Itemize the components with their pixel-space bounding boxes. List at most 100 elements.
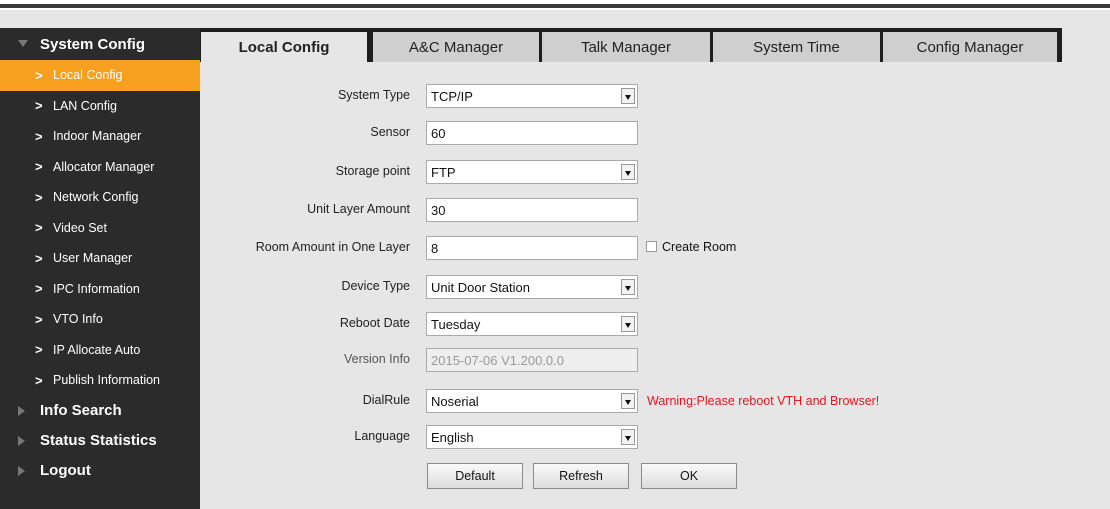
create-room-label: Create Room [662,240,737,254]
chevron-right-icon: > [35,67,43,83]
sidebar-item-label: Local Config [53,68,123,83]
collapse-arrow-icon [18,40,28,47]
dial-rule-value: Noserial [431,393,479,409]
language-label: Language [354,429,410,443]
reboot-date-value: Tuesday [431,316,481,332]
reboot-date-label: Reboot Date [339,316,410,330]
dial-rule-select[interactable]: Noserial [426,389,638,413]
sensor-label: Sensor [370,125,410,139]
sidebar-item-label: VTO Info [53,312,103,327]
sidebar-item-label: IP Allocate Auto [53,342,141,357]
sidebar-item-label: LAN Config [53,98,117,113]
sidebar-item-label: Publish Information [53,373,161,388]
storage-point-value: FTP [431,164,456,180]
chevron-right-icon: > [35,250,43,266]
dropdown-arrow-icon[interactable] [621,316,635,332]
unit-layer-amount-value: 30 [431,202,446,218]
tab-ac-manager[interactable]: A&C Manager [370,32,542,62]
dropdown-arrow-icon[interactable] [621,429,635,445]
sidebar-section-system-config[interactable]: System Config [0,28,200,60]
sidebar-section-status-statistics[interactable]: Status Statistics [0,426,200,456]
storage-point-select[interactable]: FTP [426,160,638,184]
sidebar-section-info-search[interactable]: Info Search [0,396,200,426]
chevron-right-icon: > [35,311,43,327]
storage-point-label: Storage point [335,164,410,178]
dropdown-arrow-icon[interactable] [621,279,635,295]
sidebar-section-label: System Config [40,35,146,53]
chevron-right-icon: > [35,342,43,358]
dropdown-arrow-icon[interactable] [621,164,635,180]
tab-config-manager[interactable]: Config Manager [880,32,1060,62]
sidebar-section-label: Logout [40,462,91,479]
chevron-right-icon: > [35,128,43,144]
expand-arrow-icon [18,465,25,476]
top-bar [0,0,1110,10]
system-type-select[interactable]: TCP/IP [426,84,638,108]
room-amount-value: 8 [431,240,439,256]
device-type-label: Device Type [341,279,410,293]
sidebar-item-label: IPC Information [53,281,140,296]
ok-button[interactable]: OK [641,463,737,489]
tab-label: System Time [753,38,840,56]
sidebar-item-video-set[interactable]: > Video Set [0,213,200,244]
tab-system-time[interactable]: System Time [710,32,883,62]
default-button[interactable]: Default [427,463,523,489]
sidebar: System Config > Local Config > LAN Confi… [0,28,200,509]
chevron-right-icon: > [35,220,43,236]
sidebar-item-user-manager[interactable]: > User Manager [0,243,200,274]
refresh-button[interactable]: Refresh [533,463,629,489]
row-dial-rule: DialRule Noserial Warning:Please reboot … [200,389,1000,413]
expand-arrow-icon [18,405,25,416]
chevron-right-icon: > [35,372,43,388]
sidebar-item-vto-info[interactable]: > VTO Info [0,304,200,335]
tab-label: Local Config [238,38,330,56]
row-room-amount: Room Amount in One Layer 8 Create Room [200,236,900,260]
language-value: English [431,429,474,445]
expand-arrow-icon [18,435,25,446]
tab-talk-manager[interactable]: Talk Manager [539,32,713,62]
unit-layer-amount-input[interactable]: 30 [426,198,638,222]
room-amount-label: Room Amount in One Layer [255,240,410,254]
sidebar-item-label: Indoor Manager [53,129,142,144]
sidebar-item-label: Network Config [53,190,139,205]
sidebar-item-ipc-information[interactable]: > IPC Information [0,274,200,305]
sidebar-item-indoor-manager[interactable]: > Indoor Manager [0,121,200,152]
reboot-warning-text: Warning:Please reboot VTH and Browser! [647,394,880,408]
sensor-input[interactable]: 60 [426,121,638,145]
version-info-field: 2015-07-06 V1.200.0.0 [426,348,638,372]
unit-layer-amount-label: Unit Layer Amount [307,202,410,216]
sidebar-item-label: Video Set [53,220,107,235]
sidebar-item-lan-config[interactable]: > LAN Config [0,91,200,122]
dropdown-arrow-icon[interactable] [621,393,635,409]
chevron-right-icon: > [35,281,43,297]
system-type-value: TCP/IP [431,88,473,104]
device-type-value: Unit Door Station [431,279,530,295]
sidebar-section-logout[interactable]: Logout [0,456,200,486]
tab-label: Config Manager [916,38,1024,56]
language-select[interactable]: English [426,425,638,449]
chevron-right-icon: > [35,189,43,205]
sensor-value: 60 [431,125,446,141]
reboot-date-select[interactable]: Tuesday [426,312,638,336]
room-amount-input[interactable]: 8 [426,236,638,260]
dropdown-arrow-icon[interactable] [621,88,635,104]
sidebar-item-allocator-manager[interactable]: > Allocator Manager [0,152,200,183]
sidebar-item-label: Allocator Manager [53,159,155,174]
button-row: Default Refresh OK [200,463,800,489]
sidebar-item-ip-allocate-auto[interactable]: > IP Allocate Auto [0,335,200,366]
tab-label: Talk Manager [580,38,672,56]
create-room-checkbox[interactable] [646,241,657,252]
tab-label: A&C Manager [408,38,504,56]
version-info-label: Version Info [343,352,410,366]
device-type-select[interactable]: Unit Door Station [426,275,638,299]
sidebar-item-network-config[interactable]: > Network Config [0,182,200,213]
system-type-label: System Type [337,88,410,102]
sidebar-item-local-config[interactable]: > Local Config [0,60,200,91]
tab-local-config[interactable]: Local Config [201,32,367,62]
version-info-value: 2015-07-06 V1.200.0.0 [431,352,564,368]
chevron-right-icon: > [35,98,43,114]
sidebar-item-label: User Manager [53,251,133,266]
chevron-right-icon: > [35,159,43,175]
dial-rule-label: DialRule [362,393,410,407]
sidebar-item-publish-information[interactable]: > Publish Information [0,365,200,396]
